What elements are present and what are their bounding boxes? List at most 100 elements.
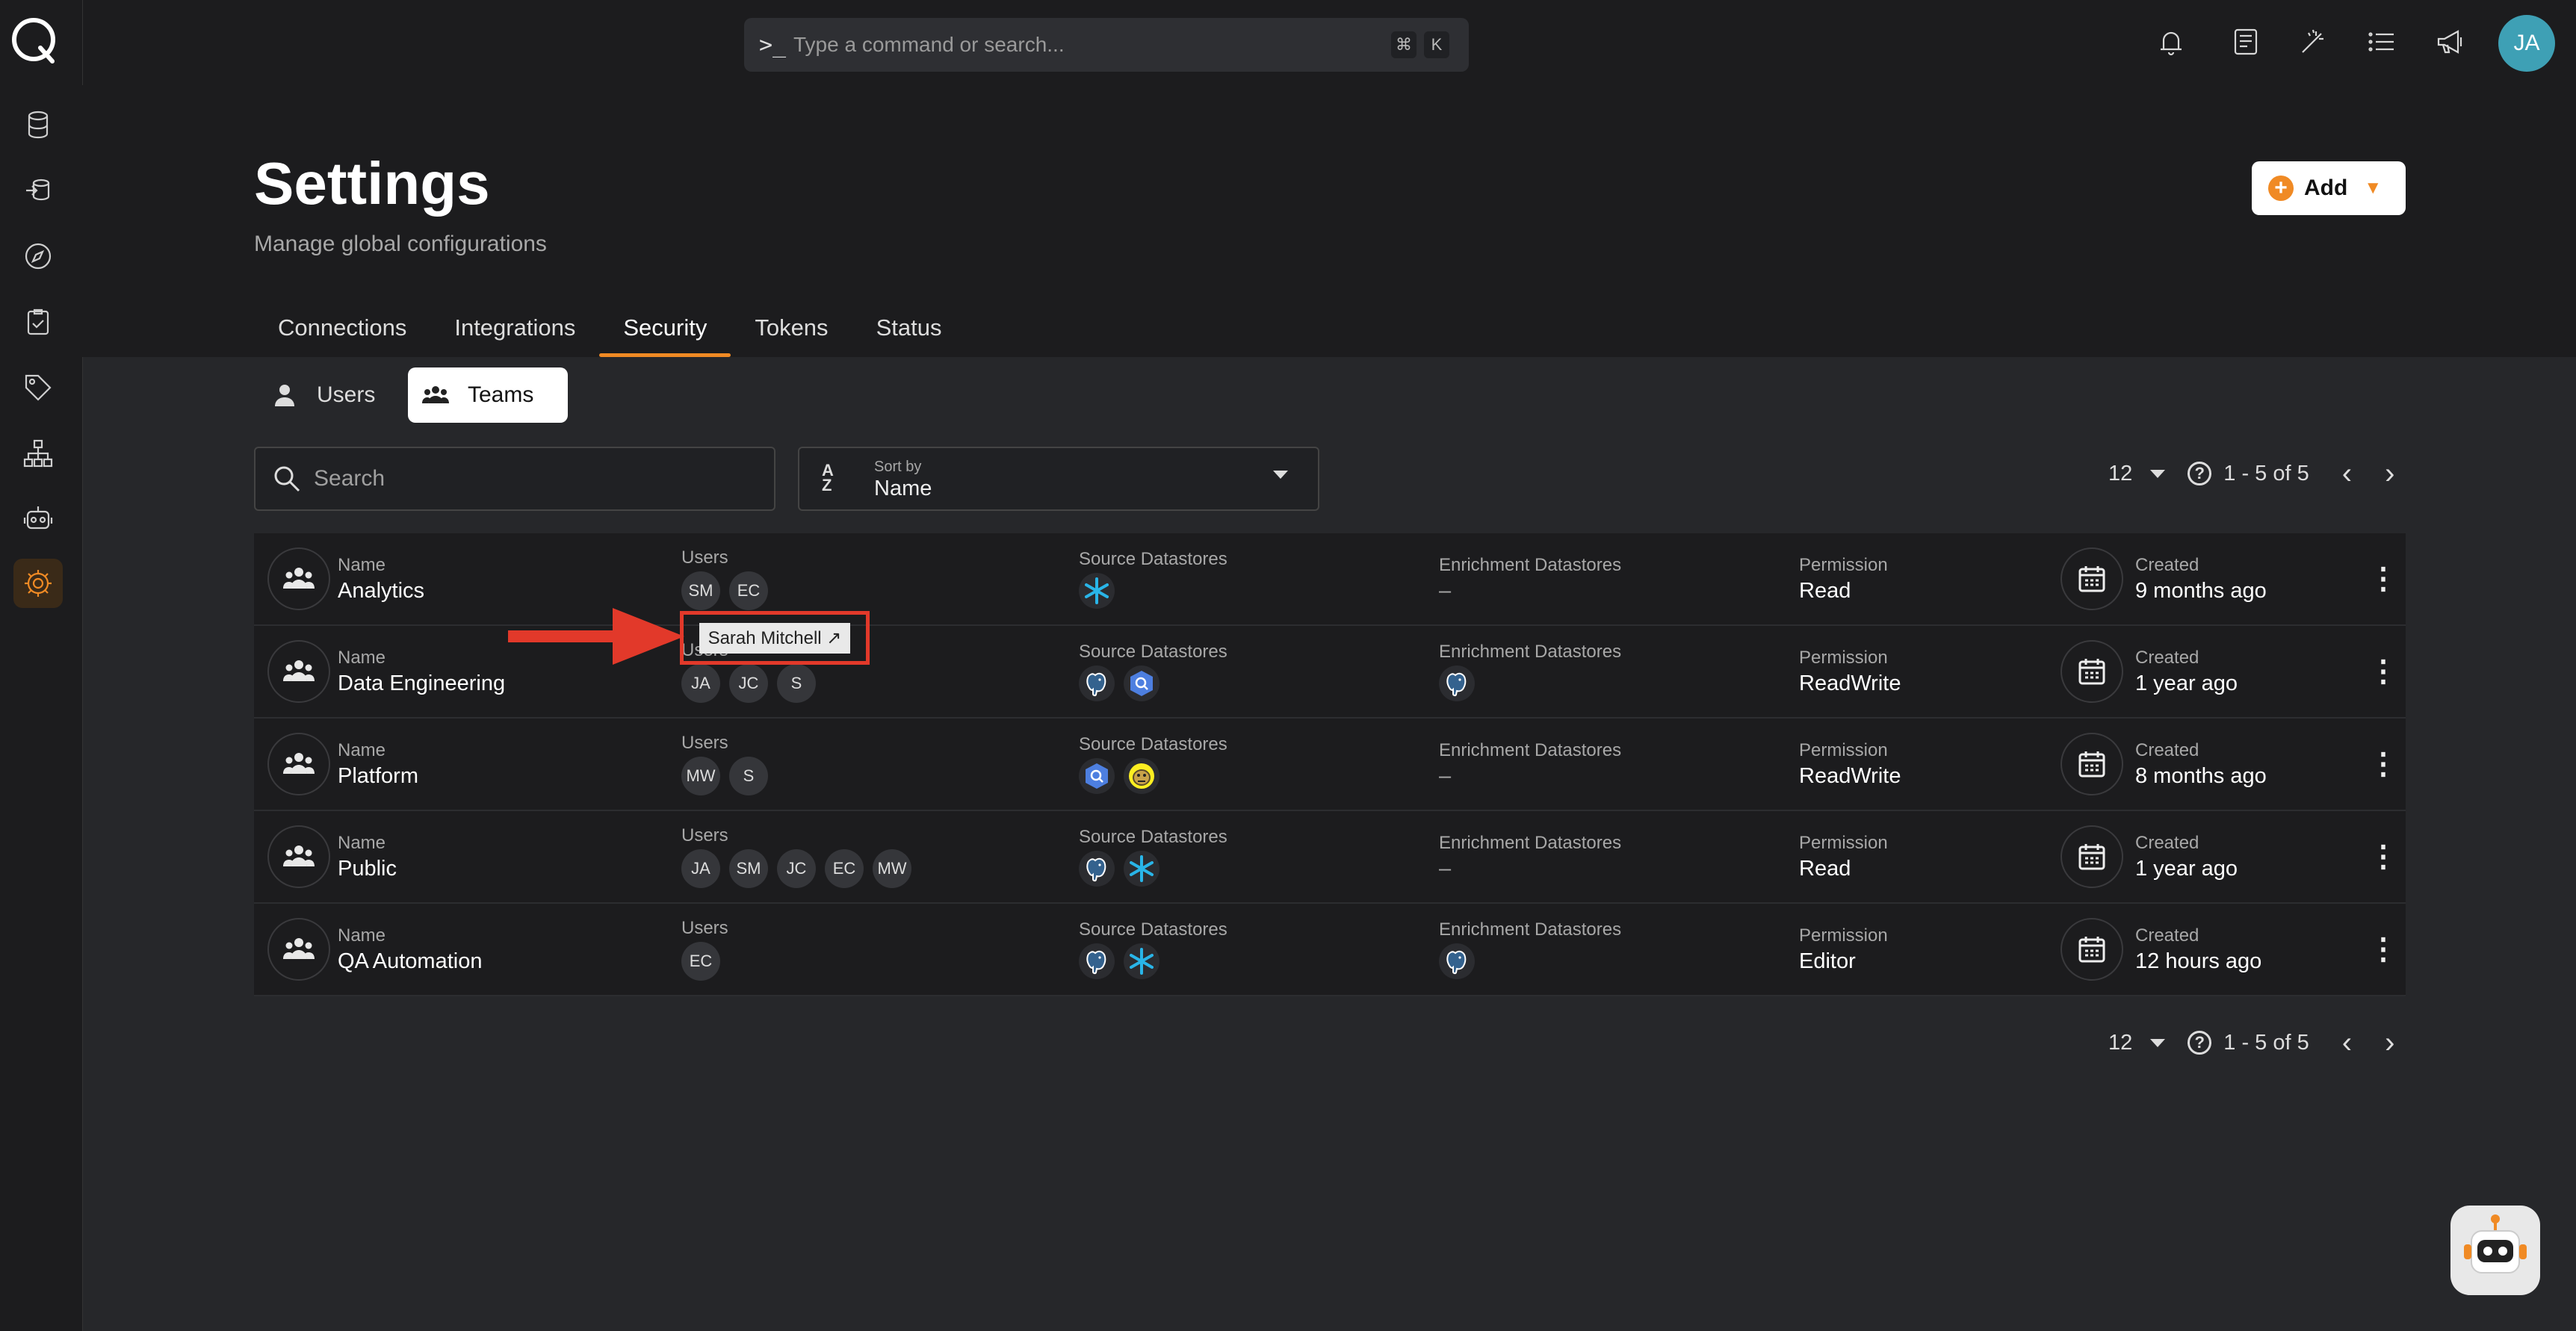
user-chip[interactable]: MW bbox=[873, 849, 911, 888]
source-datastores bbox=[1079, 850, 1439, 887]
chevron-down-icon: ▼ bbox=[2364, 178, 2383, 198]
tab-tokens[interactable]: Tokens bbox=[731, 299, 852, 357]
enrichment-datastores bbox=[1439, 943, 1799, 980]
plus-icon: + bbox=[2268, 176, 2294, 201]
page-size-caret-icon[interactable] bbox=[2150, 469, 2166, 478]
user-chip[interactable]: EC bbox=[825, 849, 864, 888]
robot-icon bbox=[2464, 1214, 2527, 1273]
team-row[interactable]: Name QA Automation Users EC Source Datas… bbox=[254, 903, 2406, 996]
page-size[interactable]: 12 bbox=[2108, 462, 2132, 486]
more-vert-icon[interactable]: ⋮ bbox=[2361, 654, 2406, 689]
more-vert-icon[interactable]: ⋮ bbox=[2361, 747, 2406, 781]
user-chip[interactable]: JC bbox=[777, 849, 816, 888]
name-label: Name bbox=[338, 739, 386, 760]
teams-table: Name Analytics Users SM EC Source Datasto… bbox=[254, 533, 2406, 996]
page-title: Settings bbox=[254, 150, 490, 217]
settings-icon[interactable] bbox=[13, 559, 63, 608]
enrichment-label: Enrichment Datastores bbox=[1439, 832, 1622, 853]
explore-icon[interactable] bbox=[13, 232, 63, 281]
dropdown-arrow-icon bbox=[1273, 471, 1288, 479]
add-button[interactable]: + Add ▼ bbox=[2252, 161, 2406, 215]
user-chip[interactable]: JA bbox=[681, 664, 720, 703]
created-label: Created bbox=[2135, 739, 2199, 760]
tab-connections[interactable]: Connections bbox=[254, 299, 430, 357]
enrichment-datastores: – bbox=[1439, 857, 1799, 881]
teams-segment[interactable]: Teams bbox=[408, 367, 568, 423]
user-chip[interactable]: S bbox=[729, 757, 768, 795]
tab-status[interactable]: Status bbox=[852, 299, 966, 357]
checks-icon[interactable] bbox=[13, 297, 63, 347]
tab-security[interactable]: Security bbox=[599, 299, 731, 357]
page-size-caret-icon[interactable] bbox=[2150, 1038, 2166, 1047]
users-label: Users bbox=[681, 918, 728, 938]
help-icon[interactable]: ? bbox=[2188, 462, 2212, 485]
source-datastores bbox=[1079, 572, 1439, 609]
calendar-icon bbox=[2061, 547, 2123, 610]
tag-icon[interactable] bbox=[13, 363, 63, 412]
postgres-icon bbox=[1439, 943, 1475, 979]
snowflake-icon bbox=[1124, 943, 1159, 979]
created-value: 9 months ago bbox=[2135, 578, 2267, 603]
page-size[interactable]: 12 bbox=[2108, 1031, 2132, 1055]
user-tooltip[interactable]: Sarah Mitchell ↗ bbox=[680, 611, 870, 665]
postgres-icon bbox=[1079, 665, 1115, 701]
user-chip[interactable]: SM bbox=[729, 849, 768, 888]
hierarchy-icon[interactable] bbox=[13, 429, 63, 478]
created-value: 8 months ago bbox=[2135, 763, 2267, 788]
more-vert-icon[interactable]: ⋮ bbox=[2361, 840, 2406, 874]
more-vert-icon[interactable]: ⋮ bbox=[2361, 562, 2406, 596]
enrichment-icon[interactable] bbox=[13, 166, 63, 215]
empty-enrichment: – bbox=[1439, 856, 1452, 881]
prev-page-icon[interactable]: ‹ bbox=[2342, 1026, 2352, 1060]
annotation-arrow bbox=[508, 608, 684, 665]
megaphone-icon[interactable] bbox=[2428, 19, 2473, 64]
source-label: Source Datastores bbox=[1079, 641, 1227, 662]
group-icon bbox=[422, 386, 449, 403]
enrichment-datastores bbox=[1439, 665, 1799, 702]
docs-icon[interactable] bbox=[2223, 19, 2268, 64]
more-vert-icon[interactable]: ⋮ bbox=[2361, 932, 2406, 967]
source-datastores bbox=[1079, 757, 1439, 795]
prev-page-icon[interactable]: ‹ bbox=[2342, 457, 2352, 491]
user-chips: EC bbox=[681, 942, 1079, 981]
page-range: 1 - 5 of 5 bbox=[2223, 461, 2309, 485]
team-row[interactable]: Name Platform Users MW S Source Datastore… bbox=[254, 718, 2406, 811]
hive-icon bbox=[1124, 757, 1159, 794]
next-page-icon[interactable]: › bbox=[2385, 1026, 2394, 1060]
tooltip-text[interactable]: Sarah Mitchell ↗ bbox=[699, 622, 851, 654]
user-chip[interactable]: EC bbox=[729, 571, 768, 610]
next-page-icon[interactable]: › bbox=[2385, 457, 2394, 491]
team-name: Analytics bbox=[338, 578, 425, 603]
tab-integrations[interactable]: Integrations bbox=[430, 299, 599, 357]
datastores-icon[interactable] bbox=[13, 100, 63, 149]
list-icon[interactable] bbox=[2359, 19, 2404, 64]
user-avatar[interactable]: JA bbox=[2498, 15, 2555, 72]
user-chip[interactable]: JC bbox=[729, 664, 768, 703]
help-icon[interactable]: ? bbox=[2188, 1031, 2212, 1055]
sort-select[interactable]: AZ Sort by Name bbox=[798, 447, 1319, 511]
bigquery-icon bbox=[1079, 757, 1115, 794]
user-chip[interactable]: S bbox=[777, 664, 816, 703]
permission-label: Permission bbox=[1799, 739, 1888, 760]
bell-icon[interactable] bbox=[2149, 19, 2193, 64]
team-row[interactable]: Name Public Users JA SM JC EC MW Source Data… bbox=[254, 810, 2406, 904]
user-chip[interactable]: JA bbox=[681, 849, 720, 888]
magic-wand-icon[interactable] bbox=[2291, 19, 2335, 64]
user-chip[interactable]: EC bbox=[681, 942, 720, 981]
team-name: QA Automation bbox=[338, 949, 483, 973]
robot-icon[interactable] bbox=[13, 494, 63, 544]
postgres-icon bbox=[1079, 943, 1115, 979]
name-label: Name bbox=[338, 832, 386, 853]
k-key: K bbox=[1424, 31, 1449, 58]
created-value: 12 hours ago bbox=[2135, 949, 2262, 973]
postgres-icon bbox=[1439, 665, 1475, 701]
user-chip[interactable]: MW bbox=[681, 757, 720, 795]
assistant-bot-button[interactable] bbox=[2450, 1206, 2540, 1295]
person-icon bbox=[275, 385, 294, 406]
command-search[interactable]: >_ Type a command or search... ⌘ K bbox=[744, 18, 1469, 72]
name-label: Name bbox=[338, 554, 386, 575]
search-input[interactable] bbox=[312, 465, 734, 492]
teams-segment-label: Teams bbox=[468, 382, 534, 407]
logo-icon[interactable] bbox=[7, 15, 60, 67]
users-segment[interactable]: Users bbox=[254, 367, 412, 423]
